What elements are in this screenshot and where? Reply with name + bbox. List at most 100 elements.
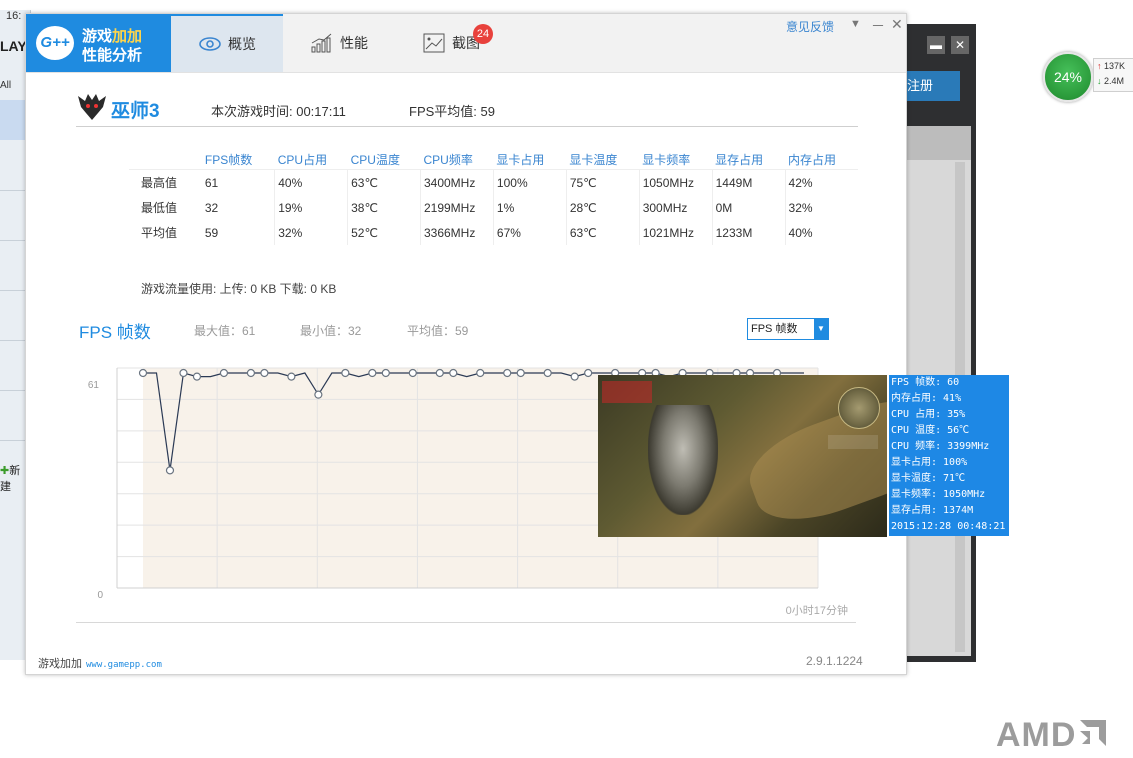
fps-data-point	[246, 368, 256, 378]
table-cell: 0M	[712, 195, 786, 220]
feedback-link[interactable]: 意见反馈	[786, 18, 834, 35]
menu-dropdown-icon[interactable]: ▼	[850, 18, 861, 30]
game-header: 巫师3 本次游戏时间: 00:17:11 FPS平均值: 59	[76, 92, 858, 127]
fps-data-point	[287, 372, 296, 381]
table-cell: 3366MHz	[420, 220, 494, 245]
fps-data-point	[503, 368, 512, 378]
image-icon	[422, 33, 446, 53]
chart-ytick-label: 61	[88, 380, 100, 391]
cpu-usage-ball[interactable]: 24%	[1043, 52, 1093, 102]
osd-line: 2015:12:28 00:48:21	[891, 521, 1006, 532]
app-logo: G++ 游戏加加 性能分析	[26, 14, 172, 72]
fps-data-point	[179, 368, 188, 378]
row-label: 平均值	[141, 226, 178, 240]
fps-data-point	[219, 368, 229, 378]
fps-data-point	[341, 368, 350, 378]
table-cell: 75℃	[566, 169, 640, 195]
table-cell: 1050MHz	[639, 169, 713, 195]
fps-data-point	[516, 368, 525, 378]
fps-data-point	[435, 368, 444, 378]
stats-table: FPS帧数 CPU占用 CPU温度 CPU频率 显卡占用 显卡温度 显卡频率 显…	[129, 149, 858, 245]
upload-speed: 137K	[1104, 61, 1126, 71]
table-cell: 63℃	[347, 169, 421, 195]
logo-badge: G++	[36, 26, 74, 60]
row-label: 最高值	[141, 176, 178, 190]
table-cell: 42%	[788, 175, 813, 190]
fps-data-point	[192, 372, 202, 381]
stats-header-row: FPS帧数 CPU占用 CPU温度 CPU频率 显卡占用 显卡温度 显卡频率 显…	[129, 149, 858, 170]
fps-data-point	[449, 368, 458, 378]
osd-line: 显卡温度: 71℃	[891, 473, 966, 484]
table-cell: 32%	[788, 200, 813, 215]
minimize-button[interactable]: －	[871, 16, 885, 36]
fps-section-header: FPS 帧数 最大值：61 最小值：32 平均值：59 FPS 帧数 ▼	[79, 318, 831, 342]
osd-line: FPS 帧数: 60	[891, 377, 960, 388]
footer-url[interactable]: www.gamepp.com	[86, 660, 162, 670]
fps-data-point	[138, 368, 148, 378]
header-cpu-usage: CPU占用	[274, 149, 348, 170]
table-row-min: 最低值 32 19% 38℃ 2199MHz 1% 28℃ 300MHz 0M …	[129, 195, 858, 220]
tab-overview-label: 概览	[228, 36, 256, 52]
row-label: 最低值	[141, 201, 178, 215]
game-name: 巫师3	[111, 101, 160, 122]
background-app-right: ▬ ✕ 注册	[905, 24, 976, 662]
fps-data-point	[381, 368, 390, 378]
header-gpu-temp: 显卡温度	[566, 149, 640, 170]
fps-max: 最大值：61	[194, 324, 256, 338]
background-all-fragment[interactable]: All	[0, 80, 11, 91]
osd-line: 显存占用: 1374M	[891, 505, 974, 516]
screenshot-osd-info: FPS 帧数: 60 内存占用: 41% CPU 占用: 35% CPU 温度:…	[889, 375, 1009, 536]
header-fps: FPS帧数	[201, 149, 275, 170]
background-register-button[interactable]: 注册	[905, 71, 960, 101]
table-cell: 40%	[274, 169, 349, 195]
plus-icon: ✚	[0, 465, 10, 477]
traffic-usage: 游戏流量使用: 上传: 0 KB 下载: 0 KB	[141, 282, 337, 296]
table-row-avg: 平均值 59 32% 52℃ 3366MHz 67% 63℃ 1021MHz 1…	[129, 220, 858, 245]
amd-logo: AMD	[996, 716, 1108, 755]
download-arrow-icon: ↓	[1097, 76, 1102, 86]
osd-line: 显卡频率: 1050MHz	[891, 489, 986, 500]
fps-data-point	[408, 368, 417, 378]
close-button[interactable]: ✕	[891, 16, 903, 33]
table-row-max: 最高值 61 40% 63℃ 3400MHz 100% 75℃ 1050MHz …	[129, 169, 858, 195]
fps-data-point	[368, 368, 377, 378]
tab-overview[interactable]: 概览	[171, 14, 283, 72]
fps-data-point	[543, 368, 552, 378]
fps-section-title: FPS 帧数	[79, 323, 151, 342]
fps-min: 最小值：32	[300, 324, 362, 338]
metric-select[interactable]: FPS 帧数 ▼	[747, 318, 829, 340]
logo-subtitle: 性能分析	[82, 47, 143, 64]
fps-data-point	[476, 368, 485, 378]
table-cell: 52℃	[347, 220, 421, 245]
title-bar[interactable]: G++ 游戏加加 性能分析 概览 性能 截图 24 意见反馈 ▼ － ✕	[26, 14, 906, 73]
tab-performance[interactable]: 性能	[283, 14, 395, 72]
fps-avg: 平均值：59	[407, 324, 469, 338]
chart-x-end-label: 0小时17分钟	[786, 603, 848, 617]
header-cpu-freq: CPU频率	[420, 149, 494, 170]
table-cell: 40%	[788, 225, 813, 240]
osd-line: CPU 温度: 56℃	[891, 425, 970, 436]
metric-select-value: FPS 帧数	[751, 323, 798, 335]
table-cell: 1233M	[712, 220, 786, 245]
fps-data-point	[570, 372, 579, 381]
game-minimap	[838, 387, 880, 429]
bar-chart-icon	[310, 33, 334, 53]
upload-arrow-icon: ↑	[1097, 61, 1102, 71]
osd-line: 显卡占用: 100%	[891, 457, 968, 468]
background-play-fragment: LAY	[0, 38, 27, 54]
table-cell: 3400MHz	[420, 169, 494, 195]
table-cell: 100%	[493, 169, 567, 195]
table-cell: 1449M	[712, 169, 786, 195]
eye-icon	[198, 34, 222, 54]
table-cell: 59	[201, 220, 276, 245]
fps-average: FPS平均值: 59	[409, 104, 495, 119]
background-time-fragment: 16:	[6, 10, 22, 22]
fps-data-point	[165, 466, 175, 475]
fps-data-point	[314, 390, 323, 399]
background-minimize-button[interactable]: ▬	[927, 36, 945, 54]
game-health-bar	[602, 381, 652, 403]
screenshot-preview[interactable]	[598, 375, 887, 537]
table-cell: 1021MHz	[639, 220, 713, 245]
tab-screenshots[interactable]: 截图 24	[395, 14, 507, 72]
background-close-button[interactable]: ✕	[951, 36, 969, 54]
